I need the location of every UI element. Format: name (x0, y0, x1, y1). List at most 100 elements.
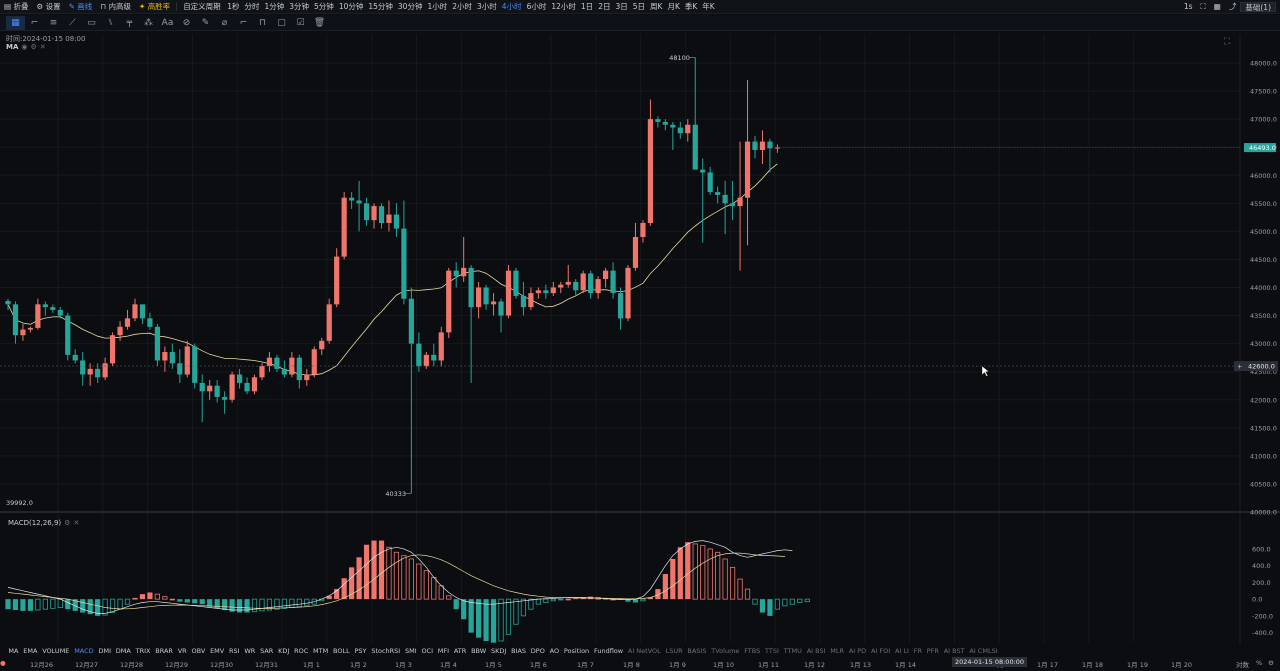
expand-icon[interactable]: ⛶ (1223, 36, 1231, 47)
candle[interactable] (154, 323, 160, 367)
candle[interactable] (214, 380, 220, 403)
indicator-tab-35[interactable]: FTBS (742, 647, 763, 655)
chart-canvas[interactable]: 48000.047500.047000.046500.046000.045500… (0, 0, 1280, 671)
candle[interactable] (132, 298, 138, 322)
candle[interactable] (520, 281, 527, 316)
candle[interactable] (386, 200, 392, 232)
indicator-tab-27[interactable]: DPO (528, 647, 547, 655)
candle[interactable] (468, 265, 474, 383)
candle[interactable] (737, 141, 743, 271)
candle[interactable] (244, 377, 250, 395)
candle[interactable] (513, 267, 519, 299)
candle[interactable] (715, 186, 721, 204)
candle[interactable] (27, 326, 34, 333)
candle[interactable] (349, 192, 355, 209)
candle[interactable] (647, 99, 654, 226)
candle[interactable] (505, 265, 512, 319)
candle[interactable] (87, 363, 93, 386)
candle[interactable] (289, 352, 295, 378)
candle[interactable] (334, 248, 340, 308)
candle[interactable] (483, 284, 489, 310)
indicator-tab-14[interactable]: KDJ (276, 647, 292, 655)
candle[interactable] (625, 265, 631, 322)
indicator-tab-46[interactable]: AI CMLSI (967, 647, 1000, 655)
candle[interactable] (319, 338, 325, 355)
indicator-tab-43[interactable]: FR (911, 647, 924, 655)
indicator-tab-40[interactable]: AI PD (846, 647, 868, 655)
indicator-tab-11[interactable]: RSI (227, 647, 242, 655)
indicator-tab-20[interactable]: SMI (403, 647, 419, 655)
candle[interactable] (573, 279, 579, 296)
candle[interactable] (65, 312, 71, 361)
indicator-tab-19[interactable]: StochRSI (369, 647, 403, 655)
candle[interactable] (184, 340, 190, 378)
candle[interactable] (655, 116, 661, 128)
candle[interactable] (311, 346, 317, 378)
candle[interactable] (759, 130, 766, 165)
indicator-tab-37[interactable]: TTMU (781, 647, 804, 655)
indicator-tab-7[interactable]: BRAR (153, 647, 175, 655)
indicator-tab-25[interactable]: SKDJ (489, 647, 509, 655)
indicator-tab-34[interactable]: TVolume (709, 647, 742, 655)
candle[interactable] (169, 343, 175, 369)
candle[interactable] (72, 349, 78, 364)
candle[interactable] (767, 138, 773, 173)
candle[interactable] (207, 380, 213, 400)
candle[interactable] (35, 298, 41, 330)
candle[interactable] (446, 267, 452, 339)
candle[interactable] (498, 298, 504, 333)
indicator-tab-30[interactable]: Fundflow (592, 647, 626, 655)
candle[interactable] (408, 287, 414, 494)
candle[interactable] (229, 371, 235, 403)
gear-icon[interactable]: ⚙ (1268, 659, 1274, 667)
candle[interactable] (692, 57, 698, 170)
indicator-tab-39[interactable]: MLR (828, 647, 847, 655)
candle[interactable] (453, 262, 459, 288)
candle[interactable] (603, 267, 609, 288)
macd-settings-icon[interactable]: ⚙ (64, 519, 70, 527)
indicator-tab-31[interactable]: AI NetVOL (625, 647, 663, 655)
candle[interactable] (438, 326, 444, 367)
log-scale-toggle[interactable]: 对数 (1236, 659, 1249, 669)
candle[interactable] (199, 374, 205, 423)
candle[interactable] (401, 200, 407, 305)
candle[interactable] (490, 293, 497, 316)
percent-scale-toggle[interactable]: % (1256, 659, 1262, 667)
candle[interactable] (326, 298, 332, 344)
candle[interactable] (296, 354, 302, 389)
indicator-tab-45[interactable]: AI BST (941, 647, 967, 655)
indicator-tab-15[interactable]: ROC (292, 647, 311, 655)
candle[interactable] (266, 352, 273, 372)
indicator-tab-29[interactable]: Position (561, 647, 591, 655)
candle[interactable] (677, 121, 683, 139)
indicator-tab-10[interactable]: EMV (208, 647, 227, 655)
candle[interactable] (341, 192, 347, 260)
candle[interactable] (42, 301, 48, 316)
candle[interactable] (162, 346, 168, 372)
indicator-tab-1[interactable]: EMA (21, 647, 40, 655)
candle[interactable] (722, 180, 728, 235)
candle[interactable] (744, 79, 751, 246)
candle[interactable] (139, 304, 146, 324)
candle[interactable] (565, 265, 571, 288)
candle[interactable] (109, 332, 116, 367)
indicator-tab-0[interactable]: MA (6, 647, 21, 655)
indicator-tab-9[interactable]: OBV (189, 647, 208, 655)
candle[interactable] (20, 323, 26, 341)
indicator-tab-41[interactable]: AI FOI (869, 647, 893, 655)
candle[interactable] (117, 321, 123, 341)
candle[interactable] (50, 304, 56, 313)
candle[interactable] (670, 121, 676, 150)
candle[interactable] (752, 135, 758, 159)
indicator-tab-24[interactable]: BBW (469, 647, 489, 655)
indicator-tab-26[interactable]: BIAS (509, 647, 529, 655)
candle[interactable] (543, 284, 549, 299)
candle[interactable] (251, 374, 258, 395)
indicator-tab-13[interactable]: SAR (258, 647, 276, 655)
indicator-tab-17[interactable]: BOLL (331, 647, 353, 655)
candle[interactable] (617, 287, 624, 330)
indicator-tab-36[interactable]: TTSI (763, 647, 782, 655)
candle[interactable] (222, 391, 228, 414)
candle[interactable] (378, 203, 385, 229)
candle[interactable] (356, 180, 362, 232)
